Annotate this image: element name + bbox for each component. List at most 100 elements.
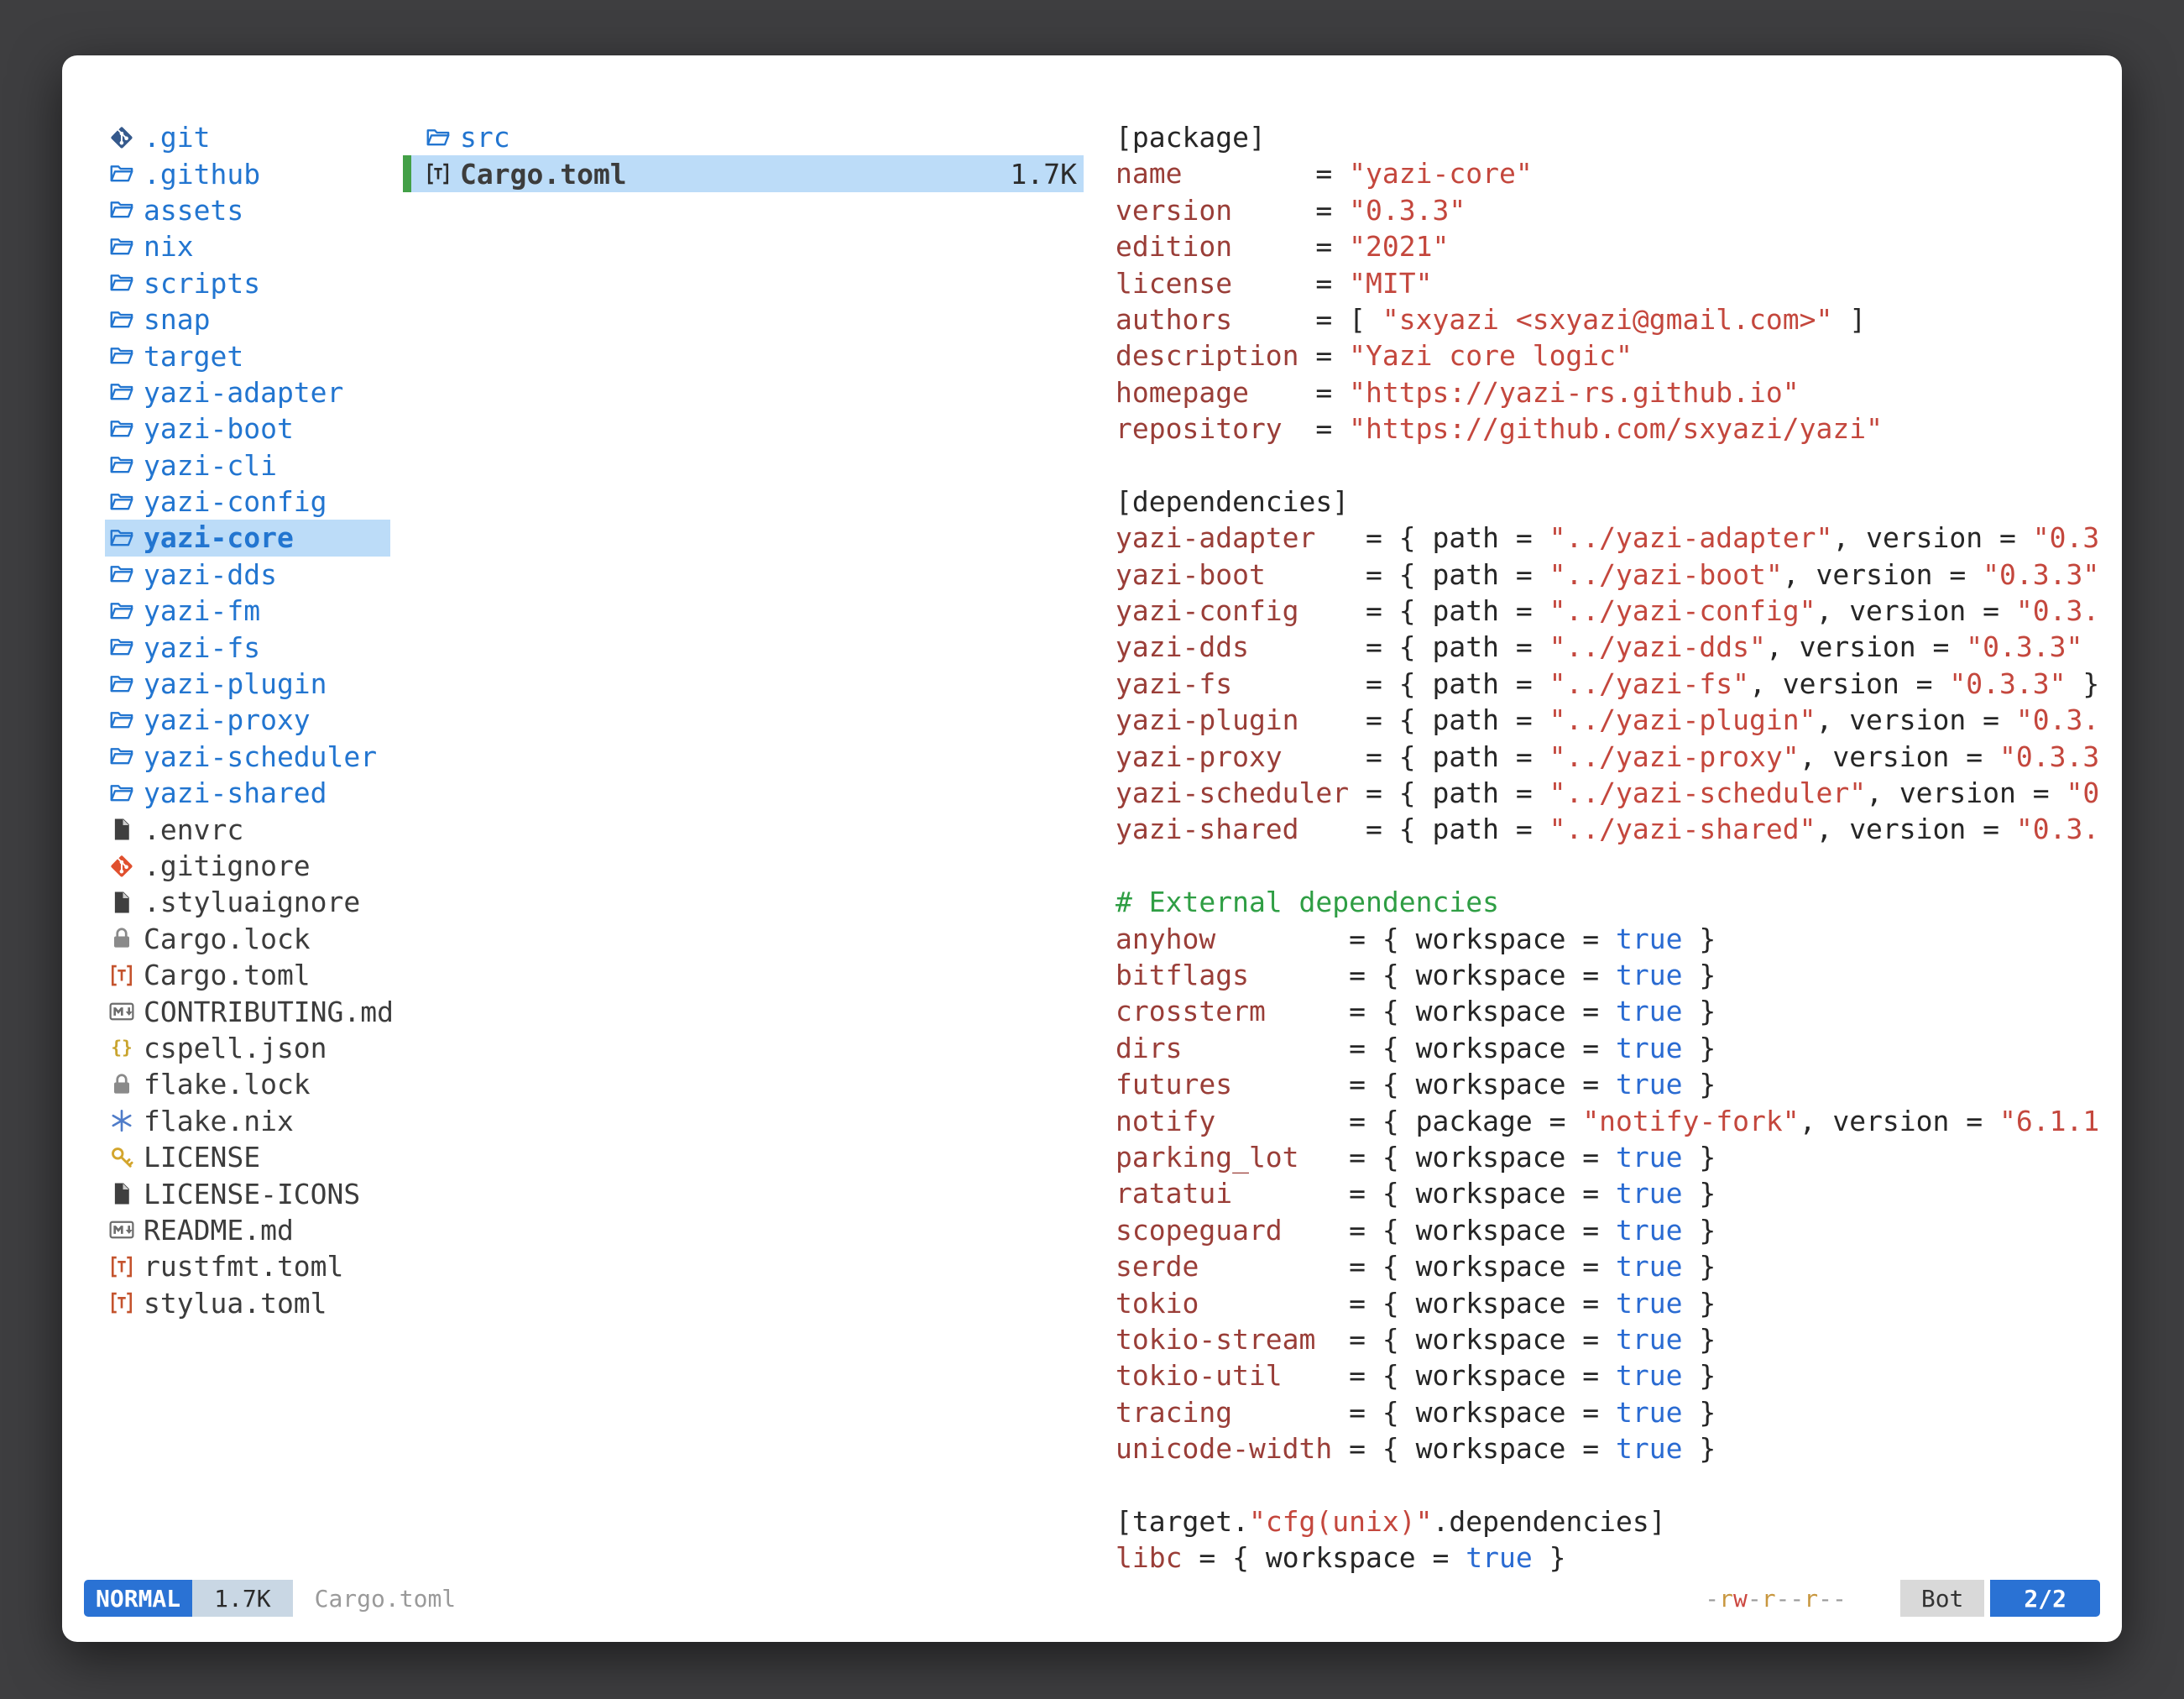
folder-icon bbox=[424, 123, 452, 152]
parent-item-.gitignore[interactable]: .gitignore bbox=[105, 848, 390, 884]
preview-line: yazi-config = { path = "../yazi-config",… bbox=[1116, 593, 2115, 629]
parent-item-license[interactable]: LICENSE bbox=[105, 1139, 390, 1175]
parent-item-yazi-dds[interactable]: yazi-dds bbox=[105, 557, 390, 593]
parent-item-yazi-shared[interactable]: yazi-shared bbox=[105, 775, 390, 811]
parent-item-yazi-config[interactable]: yazi-config bbox=[105, 484, 390, 520]
parent-item-yazi-boot[interactable]: yazi-boot bbox=[105, 410, 390, 447]
parent-item-yazi-adapter[interactable]: yazi-adapter bbox=[105, 374, 390, 410]
toml-icon bbox=[107, 1252, 136, 1281]
parent-item-yazi-plugin[interactable]: yazi-plugin bbox=[105, 666, 390, 702]
parent-item-yazi-fm[interactable]: yazi-fm bbox=[105, 593, 390, 629]
git-icon bbox=[107, 123, 136, 152]
item-label: .envrc bbox=[144, 813, 243, 846]
preview-line: parking_lot = { workspace = true } bbox=[1116, 1139, 2115, 1175]
parent-item-contributing.md[interactable]: CONTRIBUTING.md bbox=[105, 993, 390, 1029]
preview-line: name = "yazi-core" bbox=[1116, 155, 2115, 191]
lock-icon bbox=[107, 924, 136, 953]
status-filename: Cargo.toml bbox=[315, 1585, 457, 1613]
folder-icon bbox=[107, 196, 136, 224]
parent-item-yazi-core[interactable]: yazi-core bbox=[105, 520, 390, 556]
folder-icon bbox=[107, 269, 136, 297]
preview-line: scopeguard = { workspace = true } bbox=[1116, 1212, 2115, 1248]
parent-item-scripts[interactable]: scripts bbox=[105, 265, 390, 301]
folder-icon bbox=[107, 378, 136, 406]
preview-line: tokio-stream = { workspace = true } bbox=[1116, 1321, 2115, 1357]
parent-item-cargo.lock[interactable]: Cargo.lock bbox=[105, 921, 390, 957]
parent-item-snap[interactable]: snap bbox=[105, 301, 390, 337]
parent-item-flake.nix[interactable]: flake.nix bbox=[105, 1103, 390, 1139]
panes-container: .git.githubassetsnixscriptssnaptargetyaz… bbox=[62, 55, 2122, 1576]
preview-line: dirs = { workspace = true } bbox=[1116, 1030, 2115, 1066]
scroll-position-badge: Bot bbox=[1900, 1580, 1985, 1617]
item-label: nix bbox=[144, 230, 194, 263]
preview-line: ratatui = { workspace = true } bbox=[1116, 1175, 2115, 1211]
preview-line: tracing = { workspace = true } bbox=[1116, 1394, 2115, 1430]
file-permissions: -rw-r--r-- bbox=[1705, 1585, 1847, 1613]
parent-item-assets[interactable]: assets bbox=[105, 192, 390, 228]
preview-line: license = "MIT" bbox=[1116, 265, 2115, 301]
toml-icon bbox=[107, 1289, 136, 1317]
json-icon: {} bbox=[107, 1033, 136, 1062]
mode-badge: NORMAL bbox=[84, 1580, 192, 1617]
preview-line: bitflags = { workspace = true } bbox=[1116, 957, 2115, 993]
parent-item-nix[interactable]: nix bbox=[105, 228, 390, 264]
parent-item-yazi-proxy[interactable]: yazi-proxy bbox=[105, 702, 390, 738]
parent-item-target[interactable]: target bbox=[105, 337, 390, 374]
parent-item-.github[interactable]: .github bbox=[105, 155, 390, 191]
preview-line: [package] bbox=[1116, 119, 2115, 155]
doc-icon bbox=[107, 888, 136, 917]
parent-item-cspell.json[interactable]: {}cspell.json bbox=[105, 1030, 390, 1066]
parent-item-flake.lock[interactable]: flake.lock bbox=[105, 1066, 390, 1102]
preview-line: authors = [ "sxyazi <sxyazi@gmail.com>" … bbox=[1116, 301, 2115, 337]
item-label: snap bbox=[144, 303, 210, 336]
parent-item-.git[interactable]: .git bbox=[105, 119, 390, 155]
item-label: LICENSE bbox=[144, 1141, 260, 1174]
item-label: CONTRIBUTING.md bbox=[144, 996, 394, 1028]
item-label: yazi-config bbox=[144, 485, 327, 518]
parent-item-yazi-scheduler[interactable]: yazi-scheduler bbox=[105, 739, 390, 775]
parent-item-cargo.toml[interactable]: Cargo.toml bbox=[105, 957, 390, 993]
item-label: .github bbox=[144, 158, 260, 191]
parent-item-stylua.toml[interactable]: stylua.toml bbox=[105, 1285, 390, 1321]
item-label: yazi-core bbox=[144, 521, 294, 554]
parent-item-.envrc[interactable]: .envrc bbox=[105, 811, 390, 847]
current-item-src[interactable]: src bbox=[403, 119, 1084, 155]
md-icon bbox=[107, 1215, 136, 1244]
item-label: yazi-proxy bbox=[144, 703, 311, 736]
preview-line: serde = { workspace = true } bbox=[1116, 1248, 2115, 1284]
preview-line: # External dependencies bbox=[1116, 884, 2115, 920]
parent-item-yazi-fs[interactable]: yazi-fs bbox=[105, 629, 390, 665]
parent-item-rustfmt.toml[interactable]: rustfmt.toml bbox=[105, 1248, 390, 1284]
preview-line: libc = { workspace = true } bbox=[1116, 1540, 2115, 1576]
toml-icon bbox=[424, 159, 452, 188]
item-label: src bbox=[460, 121, 510, 154]
parent-item-readme.md[interactable]: README.md bbox=[105, 1212, 390, 1248]
parent-item-.styluaignore[interactable]: .styluaignore bbox=[105, 884, 390, 920]
file-size-badge: 1.7K bbox=[192, 1580, 292, 1617]
folder-icon bbox=[107, 159, 136, 188]
current-item-cargo.toml[interactable]: Cargo.toml1.7K bbox=[403, 155, 1084, 191]
preview-line: yazi-scheduler = { path = "../yazi-sched… bbox=[1116, 775, 2115, 811]
item-label: rustfmt.toml bbox=[144, 1250, 343, 1283]
folder-icon bbox=[107, 415, 136, 443]
file-preview-pane[interactable]: [package]name = "yazi-core"version = "0.… bbox=[1116, 119, 2115, 1576]
parent-item-yazi-cli[interactable]: yazi-cli bbox=[105, 447, 390, 484]
item-label: yazi-scheduler bbox=[144, 740, 377, 773]
folder-icon bbox=[107, 742, 136, 771]
folder-icon bbox=[107, 670, 136, 698]
item-label: LICENSE-ICONS bbox=[144, 1178, 360, 1210]
status-bar: NORMAL 1.7K Cargo.toml -rw-r--r-- Bot 2/… bbox=[84, 1580, 2100, 1617]
item-label: yazi-shared bbox=[144, 776, 327, 809]
item-label: scripts bbox=[144, 267, 260, 300]
item-label: yazi-fs bbox=[144, 631, 260, 664]
yazi-file-manager-window: .git.githubassetsnixscriptssnaptargetyaz… bbox=[62, 55, 2122, 1642]
folder-icon bbox=[107, 560, 136, 588]
folder-icon bbox=[107, 451, 136, 479]
item-label: yazi-boot bbox=[144, 412, 294, 445]
lock-icon bbox=[107, 1070, 136, 1099]
parent-item-license-icons[interactable]: LICENSE-ICONS bbox=[105, 1175, 390, 1211]
preview-line: crossterm = { workspace = true } bbox=[1116, 993, 2115, 1029]
preview-line: yazi-boot = { path = "../yazi-boot", ver… bbox=[1116, 557, 2115, 593]
preview-line: tokio = { workspace = true } bbox=[1116, 1285, 2115, 1321]
folder-icon bbox=[107, 233, 136, 261]
